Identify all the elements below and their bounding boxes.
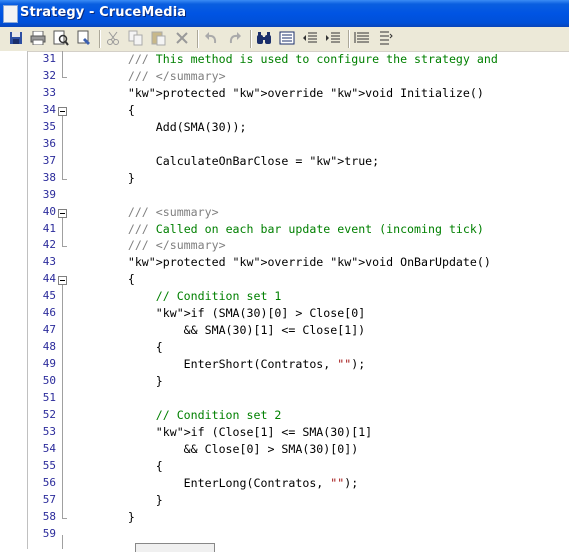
code-line[interactable]: } — [72, 493, 163, 507]
line-number: 57 — [42, 492, 56, 506]
code-line[interactable]: /// </summary> — [72, 238, 226, 252]
cut-icon[interactable] — [105, 30, 121, 46]
code-line[interactable]: /// This method is used to configure the… — [72, 52, 498, 66]
line-number: 37 — [42, 153, 56, 167]
code-line[interactable]: } — [72, 510, 135, 524]
save-icon[interactable] — [8, 30, 24, 46]
line-number: 50 — [42, 374, 56, 388]
line-number: 33 — [42, 85, 56, 99]
fold-end-marker — [62, 246, 67, 248]
code-line[interactable]: "kw">protected "kw">override "kw">void O… — [72, 255, 491, 269]
line-number: 51 — [42, 391, 56, 404]
code-line[interactable]: { — [72, 340, 163, 354]
line-number: 41 — [42, 221, 56, 235]
code-line[interactable]: { — [72, 272, 135, 286]
code-line[interactable]: // Condition set 1 — [72, 289, 282, 303]
code-line[interactable]: /// Called on each bar update event (inc… — [72, 222, 484, 236]
line-number: 31 — [42, 52, 56, 65]
line-number: 32 — [42, 68, 56, 82]
line-number: 46 — [42, 306, 56, 320]
print-preview-icon[interactable] — [53, 30, 69, 46]
code-line[interactable]: /// </summary> — [72, 69, 226, 83]
line-numbers: 31 32 33 34 35 36 37 38 39 40 41 42 43 44 45 46 47 48 49 50… — [28, 51, 56, 549]
line-number: 56 — [42, 475, 56, 489]
paste-icon[interactable] — [151, 30, 167, 46]
code-line[interactable]: { — [72, 103, 135, 117]
window-title: Strategy - CruceMedia — [20, 5, 187, 20]
fold-guide — [62, 285, 63, 518]
code-line[interactable]: CalculateOnBarClose = "kw">true; — [72, 154, 379, 168]
delete-icon[interactable] — [174, 30, 190, 46]
line-number: 40 — [42, 204, 56, 218]
undo-icon[interactable] — [203, 30, 219, 46]
fold-end-marker — [62, 178, 67, 180]
editor-gutter — [0, 51, 28, 549]
editor-bottom-tab[interactable] — [135, 543, 215, 552]
properties-icon[interactable] — [76, 30, 92, 46]
app-icon — [3, 5, 18, 23]
line-number: 36 — [42, 136, 56, 150]
fold-guide — [62, 534, 63, 549]
fold-end-marker — [62, 76, 67, 78]
fold-toggle-icon[interactable] — [58, 106, 67, 116]
fold-end-marker — [62, 517, 67, 519]
code-line[interactable]: /// <summary> — [72, 205, 219, 219]
line-number: 42 — [42, 238, 56, 252]
window-title-bar[interactable]: Strategy - CruceMedia — [0, 0, 569, 27]
fold-toggle-icon[interactable] — [58, 208, 67, 218]
fold-guide — [62, 51, 63, 77]
indent-icon[interactable] — [325, 30, 341, 46]
line-number: 55 — [42, 458, 56, 472]
line-number: 59 — [42, 526, 56, 540]
code-line[interactable]: "kw">protected "kw">override "kw">void I… — [72, 86, 484, 100]
line-number: 44 — [42, 272, 56, 286]
comment-icon[interactable] — [354, 30, 370, 46]
code-line[interactable]: } — [72, 374, 163, 388]
fold-guide — [62, 217, 63, 247]
line-number: 38 — [42, 170, 56, 184]
code-line[interactable]: // Condition set 2 — [72, 408, 282, 422]
find-icon[interactable] — [256, 30, 272, 46]
line-number: 52 — [42, 407, 56, 421]
editor-toolbar — [0, 27, 569, 52]
print-icon[interactable] — [30, 30, 46, 46]
line-number: 43 — [42, 255, 56, 269]
code-line[interactable]: EnterLong(Contratos, ""); — [72, 476, 359, 490]
code-folding-margin — [58, 51, 70, 549]
line-number: 49 — [42, 357, 56, 371]
line-number: 35 — [42, 119, 56, 133]
code-editor[interactable]: /// This method is used to configure the… — [72, 51, 569, 549]
code-line[interactable]: Add(SMA(30)); — [72, 120, 247, 134]
code-line[interactable]: } — [72, 171, 135, 185]
outdent-icon[interactable] — [302, 30, 318, 46]
fold-toggle-icon[interactable] — [58, 276, 67, 286]
line-number: 53 — [42, 424, 56, 438]
copy-icon[interactable] — [128, 30, 144, 46]
line-number: 45 — [42, 289, 56, 303]
fold-guide — [62, 115, 63, 179]
code-line[interactable]: { — [72, 459, 163, 473]
line-number: 54 — [42, 441, 56, 455]
code-line[interactable]: "kw">if (SMA(30)[0] > Close[0] — [72, 306, 365, 320]
line-number: 39 — [42, 187, 56, 201]
line-number: 47 — [42, 323, 56, 337]
uncomment-icon[interactable] — [377, 30, 393, 46]
line-number: 48 — [42, 340, 56, 354]
code-line[interactable]: EnterShort(Contratos, ""); — [72, 357, 366, 371]
line-number: 34 — [42, 102, 56, 116]
code-line[interactable]: && SMA(30)[1] <= Close[1]) — [72, 323, 366, 337]
line-number: 58 — [42, 509, 56, 523]
code-line[interactable]: && Close[0] > SMA(30)[0]) — [72, 442, 359, 456]
replace-icon[interactable] — [279, 30, 295, 46]
redo-icon[interactable] — [227, 30, 243, 46]
code-line[interactable]: "kw">if (Close[1] <= SMA(30)[1] — [72, 425, 372, 439]
